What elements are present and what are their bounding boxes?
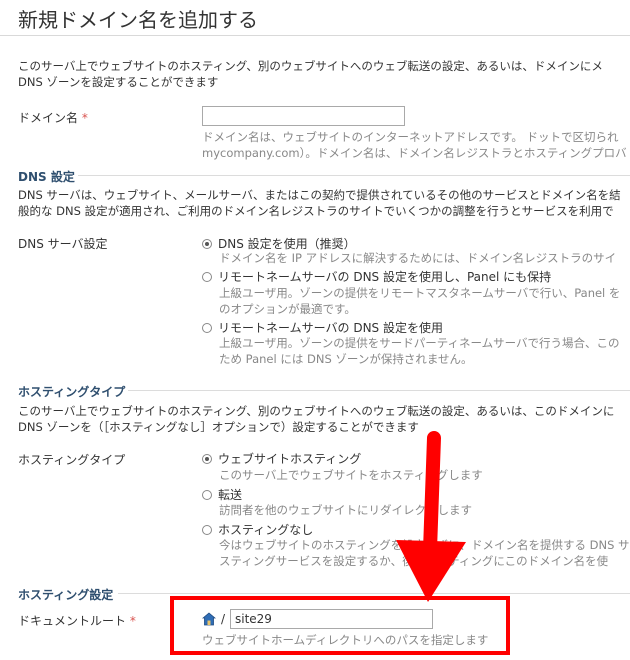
hosting-option-forward[interactable]: 転送	[202, 486, 242, 503]
hosting-desc-1: このサーバ上でウェブサイトのホスティング、別のウェブサイトへのウェブ転送の設定、…	[18, 404, 615, 418]
domain-name-hint-2: mycompany.com）。ドメイン名は、ドメイン名レジストラとホスティングプ…	[202, 146, 627, 160]
dns-option-remote-hint-1: 上級ユーザ用。ゾーンの提供をサードパーティネームサーバで行う場合、この	[219, 336, 620, 350]
radio-dns-remote-keep[interactable]	[202, 272, 212, 282]
dns-option-recommended-hint: ドメイン名を IP アドレスに解決するためには、ドメイン名レジストラのサイ	[219, 251, 617, 265]
hosting-option-none[interactable]: ホスティングなし	[202, 521, 313, 538]
dns-section-divider	[78, 175, 630, 176]
domain-name-label: ドメイン名 *	[18, 111, 88, 125]
dns-option-remote-hint-2: ため Panel には DNS ゾーンが保持されません。	[219, 352, 473, 366]
radio-dns-remote[interactable]	[202, 323, 212, 333]
intro-text-2: DNS ゾーンを設定することができます	[18, 75, 219, 89]
required-mark: *	[81, 111, 88, 125]
radio-hosting-forward[interactable]	[202, 490, 212, 500]
radio-hosting-none[interactable]	[202, 525, 212, 535]
dns-option-remote-keep-hint-1: 上級ユーザ用。ゾーンの提供をリモートマスタネームサーバで行い、Panel を	[219, 286, 621, 300]
required-mark: *	[129, 614, 136, 628]
hosting-settings-heading: ホスティング設定	[18, 588, 114, 602]
page-title: 新規ドメイン名を追加する	[18, 8, 258, 32]
hosting-section-heading: ホスティングタイプ	[18, 385, 126, 399]
arrow-down-icon	[396, 431, 466, 602]
hosting-desc-2: DNS ゾーンを（［ホスティングなし］オプションで）設定することができます	[18, 420, 419, 434]
domain-name-hint-1: ドメイン名は、ウェブサイトのインターネットアドレスです。 ドットで区切られ	[202, 130, 619, 144]
hosting-type-label: ホスティングタイプ	[18, 453, 126, 467]
radio-dns-recommended[interactable]	[202, 239, 212, 249]
intro-text-1: このサーバ上でウェブサイトのホスティング、別のウェブサイトへのウェブ転送の設定、…	[18, 59, 603, 73]
dns-desc-1: DNS サーバは、ウェブサイト、メールサーバ、またはこの契約で提供されているその…	[18, 188, 621, 202]
hosting-settings-divider	[118, 593, 630, 594]
dns-section-heading: DNS 設定	[18, 170, 75, 184]
hosting-option-website[interactable]: ウェブサイトホスティング	[202, 450, 361, 467]
dns-option-remote-keep[interactable]: リモートネームサーバの DNS 設定を使用し、Panel にも保持	[202, 268, 551, 285]
hosting-section-divider	[128, 390, 630, 391]
title-divider	[0, 35, 630, 36]
dns-server-setting-label: DNS サーバ設定	[18, 237, 108, 251]
document-root-label: ドキュメントルート *	[18, 614, 136, 628]
dns-desc-2: 般的な DNS 設定が適用され、ご利用のドメイン名レジストラのサイトでいくつかの…	[18, 204, 614, 218]
dns-option-remote-keep-hint-2: のオプションが最適です。	[219, 302, 356, 316]
dns-option-remote[interactable]: リモートネームサーバの DNS 設定を使用	[202, 319, 443, 336]
domain-name-input[interactable]	[202, 106, 405, 126]
radio-hosting-website[interactable]	[202, 454, 212, 464]
